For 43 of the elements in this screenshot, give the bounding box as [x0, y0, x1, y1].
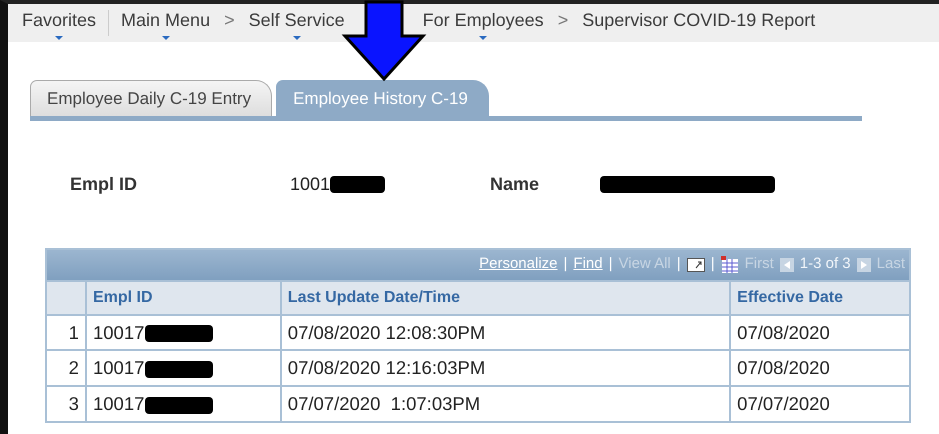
breadcrumb-link[interactable]: Supervisor COVID-19 Report [574, 6, 824, 40]
toolbar-separator: | [676, 254, 681, 274]
table-cell: 10017 [92, 322, 144, 342]
caret-icon[interactable] [292, 36, 301, 40]
field-label: Name [490, 172, 540, 196]
table-cell: 10017 [92, 393, 144, 414]
caret-icon[interactable] [162, 36, 170, 40]
row-number: 1 [46, 314, 86, 350]
breadcrumb-link[interactable]: Favorites [14, 6, 104, 40]
breadcrumb-link[interactable]: For Employees [414, 6, 552, 40]
column-header: Effective Date [730, 280, 910, 314]
column-header: Empl ID [86, 280, 281, 314]
caret-icon[interactable] [55, 36, 64, 40]
toolbar-separator: | [710, 254, 715, 274]
field-value: 1001 [290, 172, 330, 196]
table-cell: 07/08/2020 12:08:30PM [280, 314, 730, 350]
row-number: 3 [46, 386, 86, 422]
table-cell: 07/08/2020 [730, 314, 910, 350]
tab[interactable]: Employee Daily C-19 Entry [30, 80, 272, 116]
breadcrumb-separator: > [223, 8, 236, 32]
redaction-bar [145, 396, 214, 414]
zoom-window-icon[interactable] [686, 258, 705, 272]
redaction-bar [145, 325, 214, 342]
table-cell: 10017 [92, 357, 144, 378]
grid-link: View All [618, 254, 671, 274]
table-cell: 07/08/2020 12:16:03PM [280, 350, 730, 386]
row-count: 1-3 of 3 [800, 254, 851, 274]
caret-icon[interactable] [479, 36, 488, 40]
column-header: Last Update Date/Time [280, 280, 730, 314]
toolbar-separator: | [608, 254, 613, 274]
row-number: 2 [46, 350, 86, 386]
grid-link: Last [876, 254, 905, 274]
table-cell: 07/07/2020 1:07:03PM [280, 386, 730, 422]
table-cell: 07/07/2020 [730, 386, 910, 422]
spreadsheet-icon[interactable] [720, 256, 739, 274]
breadcrumb-link[interactable]: Main Menu [113, 6, 218, 40]
toolbar-separator: | [564, 254, 568, 274]
breadcrumb-separator: > [556, 8, 570, 32]
field-label: Empl ID [70, 172, 138, 196]
table-cell: 07/08/2020 [730, 350, 910, 386]
redaction-bar [145, 360, 214, 378]
breadcrumb-link[interactable]: Self Service [240, 6, 353, 40]
grid-link: First [744, 254, 774, 274]
